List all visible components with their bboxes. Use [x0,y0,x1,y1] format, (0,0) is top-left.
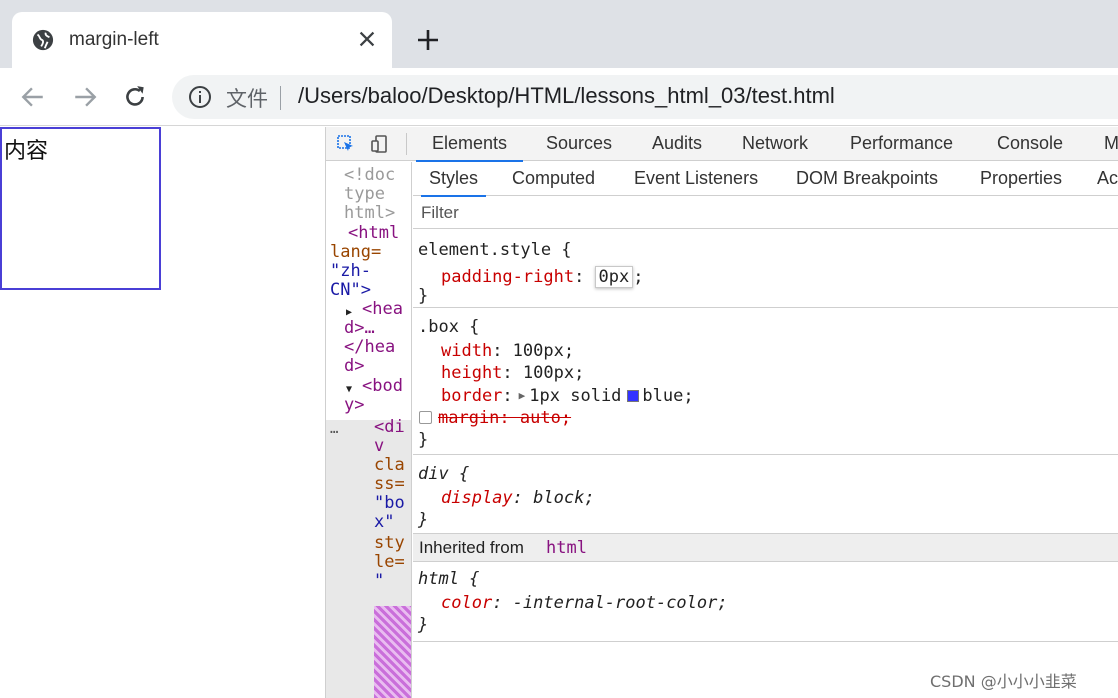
div-attr-value: " [374,571,385,591]
div-node[interactable]: v [374,437,384,456]
head-node[interactable]: d>… [344,319,375,338]
inherited-section-header: Inherited from html [413,534,1118,562]
inherited-tag-link[interactable]: html [546,538,587,558]
content-box: 内容 [0,127,161,290]
rule-selector[interactable]: div { [418,464,469,484]
inspect-element-icon[interactable] [336,134,356,154]
watermark: CSDN @小小小韭菜 [930,672,1077,691]
div-attr-class: ss= [374,474,405,494]
div-attr-value: x" [374,512,395,532]
tab-styles[interactable]: Styles [420,168,487,197]
styles-pane: Styles Computed Event Listeners DOM Brea… [413,162,1118,698]
modified-style-highlight [374,606,411,698]
tab-audits[interactable]: Audits [652,133,702,154]
new-tab-icon[interactable] [416,28,440,52]
back-arrow-icon[interactable] [20,84,46,110]
globe-icon [32,29,54,51]
rule-close: } [418,615,429,635]
value-editor[interactable]: 0px [594,266,634,288]
margin-declaration[interactable]: margin: auto; [419,408,571,428]
url-separator [280,86,281,110]
div-ua-rule: div { display: block; } [413,456,1118,534]
color-swatch[interactable] [627,390,640,402]
body-node[interactable]: <bod [362,377,403,396]
browser-toolbar: 文件 /Users/baloo/Desktop/HTML/lessons_htm… [0,68,1118,126]
tab-strip: margin-left [0,0,1118,68]
height-declaration[interactable]: height: 100px; [441,363,584,383]
rule-close: } [418,286,429,306]
html-node[interactable]: <html [348,224,399,243]
property-name[interactable]: padding-right [441,267,574,287]
doctype-line[interactable]: html> [344,204,395,223]
head-close: d> [344,356,365,376]
tab-elements[interactable]: Elements [415,133,524,162]
rule-selector[interactable]: element.style { [418,240,572,260]
color-declaration[interactable]: color: -internal-root-color; [441,593,728,613]
border-declaration[interactable]: border: ▶ 1px solid blue; [441,386,694,406]
tab-computed[interactable]: Computed [512,168,595,189]
doctype-line[interactable]: <!doc [344,166,395,185]
close-tab-icon[interactable] [356,28,378,50]
tab-dom-breakpoints[interactable]: DOM Breakpoints [796,168,938,189]
element-style-rule: element.style { padding-right: 0px; } [413,230,1118,308]
disable-checkbox[interactable] [419,411,432,424]
page-viewport: 内容 [0,127,325,698]
address-bar[interactable]: 文件 /Users/baloo/Desktop/HTML/lessons_htm… [172,75,1118,119]
html-attr: lang= [330,242,382,262]
info-icon[interactable] [188,85,212,109]
rule-close: } [418,510,429,530]
more-ellipsis[interactable]: … [330,420,338,439]
sidebar-tab-bar: Styles Computed Event Listeners DOM Brea… [413,162,1118,197]
dom-tree: <!doc type html> <html lang= "zh- CN"> ▶… [326,162,412,698]
device-toolbar-icon[interactable] [370,134,390,154]
rule-selector[interactable]: html { [418,569,479,589]
div-attr-style: sty [374,533,405,553]
tab-sources[interactable]: Sources [546,133,612,154]
forward-arrow-icon[interactable] [72,84,98,110]
div-attr-value: "bo [374,493,405,513]
body-node[interactable]: y> [344,396,364,415]
box-rule: .box { width: 100px; height: 100px; bord… [413,309,1118,455]
html-attr-value: CN"> [330,280,371,300]
head-close: </hea [344,337,396,357]
tab-console[interactable]: Console [997,133,1063,154]
div-attr-style: le= [374,552,405,572]
tab-more[interactable]: M [1104,133,1118,154]
tab-accessibility[interactable]: Ac [1097,168,1118,189]
url-text[interactable]: /Users/baloo/Desktop/HTML/lessons_html_0… [298,83,835,109]
devtools-tab-bar: Elements Sources Audits Network Performa… [326,127,1118,162]
filter-input[interactable] [421,201,1101,225]
div-attr-class: cla [374,455,405,475]
tab-network[interactable]: Network [742,133,808,154]
html-ua-rule: html { color: -internal-root-color; } [413,563,1118,642]
tab-properties[interactable]: Properties [980,168,1062,189]
style-declaration[interactable]: padding-right: 0px; [441,266,644,288]
reload-icon[interactable] [122,84,148,110]
rule-selector[interactable]: .box { [418,317,479,337]
display-declaration[interactable]: display: block; [441,488,595,508]
doctype-line[interactable]: type [344,185,385,204]
expand-shorthand-icon[interactable]: ▶ [519,389,526,402]
inherited-label: Inherited from [419,538,524,557]
width-declaration[interactable]: width: 100px; [441,341,574,361]
tab-event-listeners[interactable]: Event Listeners [634,168,758,189]
toolbar-divider [406,133,407,155]
tab-title: margin-left [69,29,159,50]
filter-bar [413,197,1118,229]
rule-close: } [418,430,429,450]
browser-tab[interactable]: margin-left [12,12,392,68]
html-attr-value: "zh- [330,261,371,281]
div-node[interactable]: <di [374,418,405,437]
head-node[interactable]: <hea [362,300,403,319]
tab-performance[interactable]: Performance [850,133,953,154]
file-scheme-label: 文件 [226,87,268,111]
devtools-panel: Elements Sources Audits Network Performa… [325,127,1118,698]
